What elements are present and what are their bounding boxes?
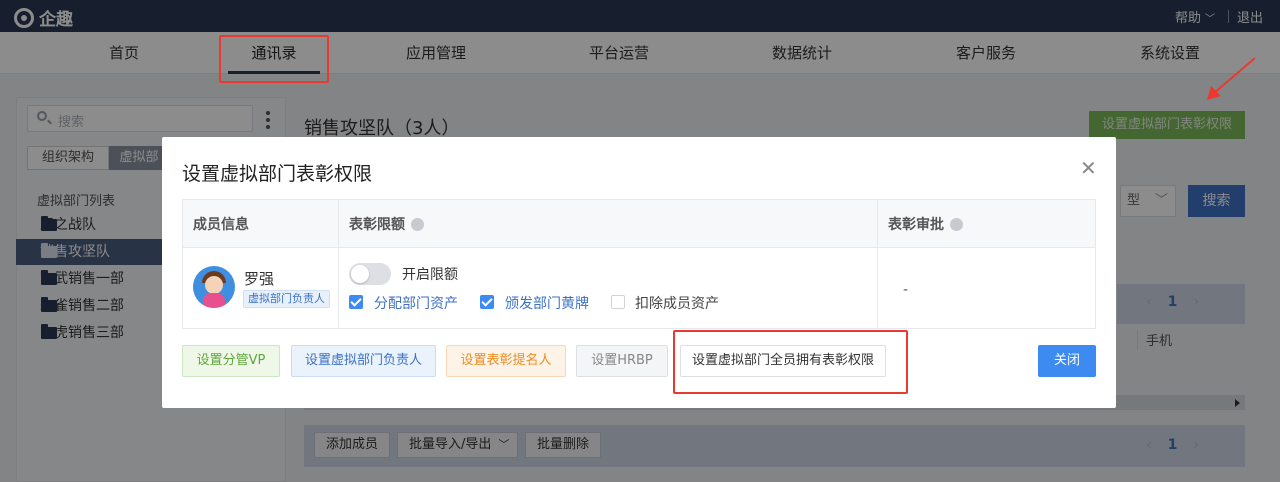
set-vp-button[interactable]: 设置分管VP (182, 345, 280, 377)
quota-toggle-label: 开启限额 (402, 267, 458, 283)
highlight-box-nav (219, 35, 329, 83)
allocate-assets-label[interactable]: 分配部门资产 (374, 293, 458, 313)
role-badge: 虚拟部门负责人 (243, 290, 330, 308)
help-icon[interactable] (411, 217, 424, 231)
issue-yellow-card-checkbox[interactable] (480, 295, 494, 309)
set-nominator-button[interactable]: 设置表彰提名人 (446, 345, 566, 377)
permission-dialog: 设置虚拟部门表彰权限 ✕ 成员信息 表彰限额 表彰审批 罗强 虚拟部门负责人 开… (162, 137, 1116, 408)
close-icon[interactable]: ✕ (1080, 158, 1097, 178)
column-header-approval: 表彰审批 (888, 214, 963, 234)
set-dept-head-button[interactable]: 设置虚拟部门负责人 (291, 345, 436, 377)
column-header-member: 成员信息 (193, 214, 249, 234)
dialog-title: 设置虚拟部门表彰权限 (182, 163, 373, 185)
approval-value: - (903, 282, 909, 298)
highlight-box-grant-all (673, 330, 908, 394)
member-name: 罗强 (244, 270, 275, 288)
issue-yellow-card-label[interactable]: 颁发部门黄牌 (505, 293, 589, 313)
deduct-assets-checkbox[interactable] (611, 295, 625, 309)
member-table: 成员信息 表彰限额 表彰审批 罗强 虚拟部门负责人 开启限额 分配部门资产 颁发… (182, 199, 1096, 329)
deduct-assets-label[interactable]: 扣除成员资产 (635, 293, 719, 313)
column-header-quota: 表彰限额 (349, 214, 424, 234)
column-divider (338, 200, 339, 328)
column-divider (877, 200, 878, 328)
annotation-arrow-icon (1207, 57, 1256, 100)
help-icon[interactable] (950, 217, 963, 231)
close-button[interactable]: 关闭 (1038, 345, 1096, 377)
set-hrbp-button[interactable]: 设置HRBP (576, 345, 668, 377)
allocate-assets-checkbox[interactable] (349, 295, 363, 309)
quota-toggle[interactable] (349, 263, 391, 285)
column-header-label: 表彰审批 (888, 217, 944, 233)
column-header-label: 成员信息 (193, 217, 249, 233)
column-header-label: 表彰限额 (349, 217, 405, 233)
avatar (193, 266, 235, 308)
